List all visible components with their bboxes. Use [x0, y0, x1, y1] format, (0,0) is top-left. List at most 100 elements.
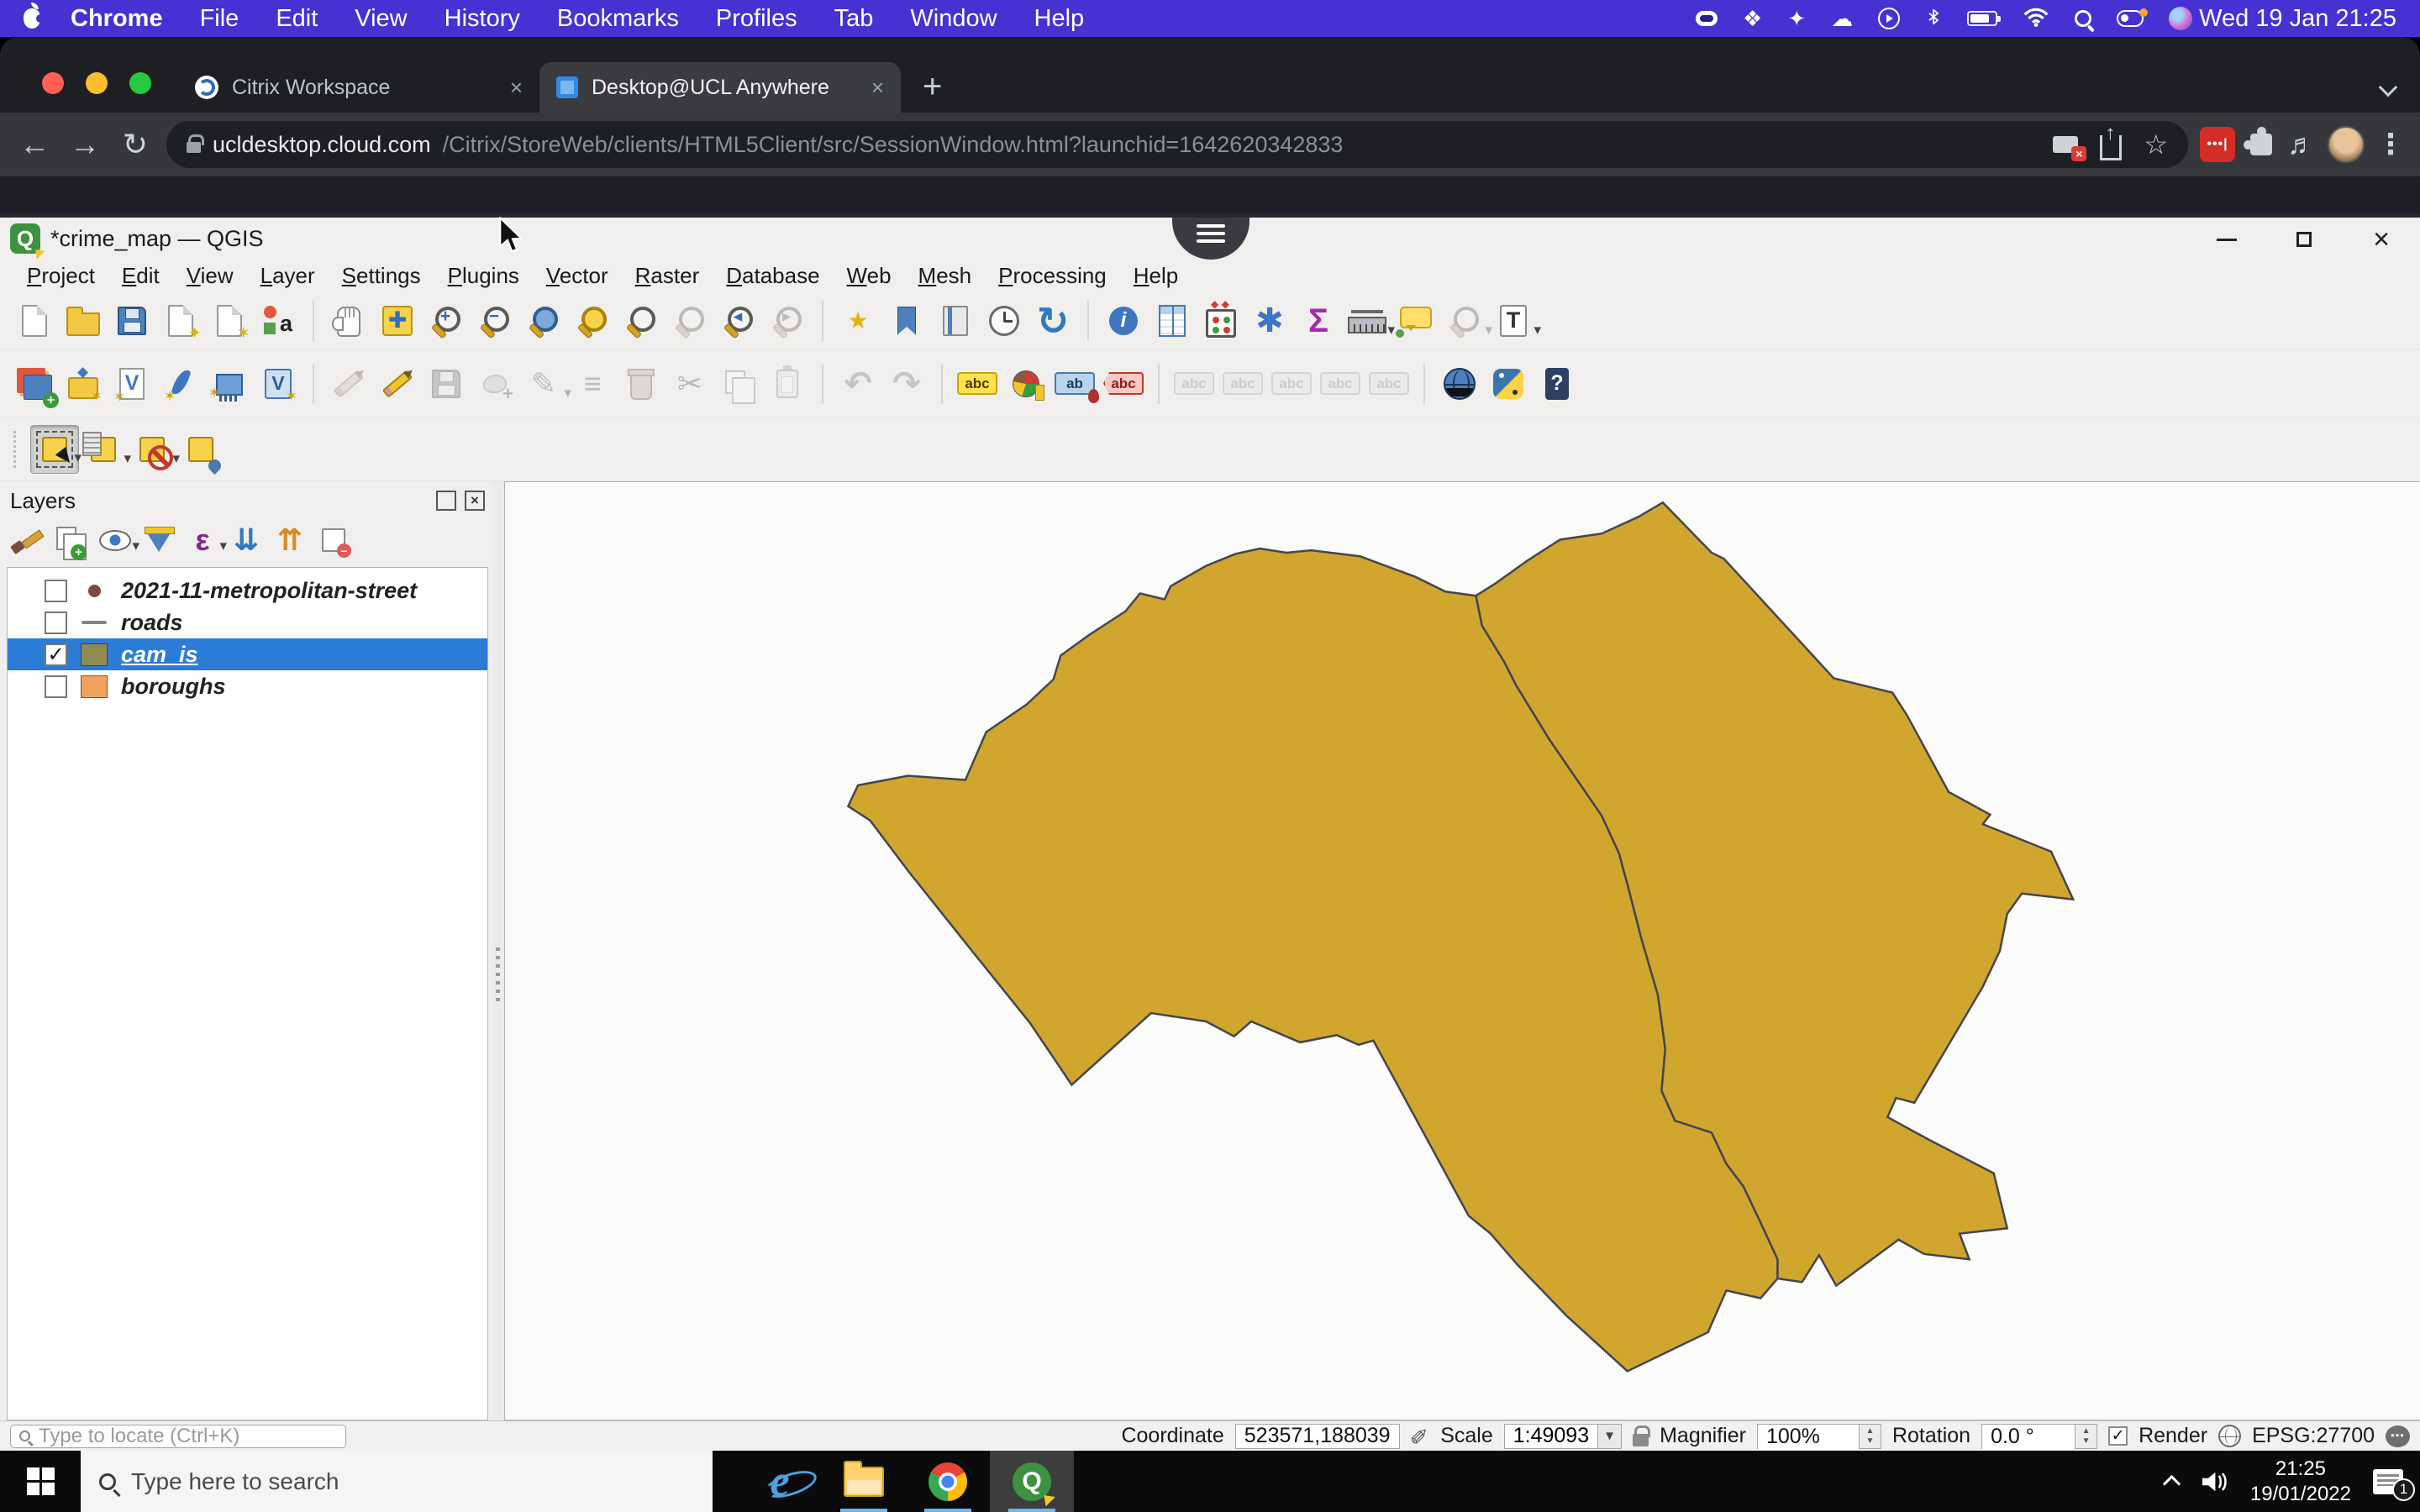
macos-clock[interactable]: Wed 19 Jan 21:25 [2199, 5, 2396, 33]
qgis-menu-raster[interactable]: Raster [622, 263, 713, 289]
zoom-in-button[interactable]: + [422, 297, 471, 345]
apple-menu-icon[interactable] [24, 8, 40, 29]
scale-dropdown-icon[interactable]: ▼ [1597, 1425, 1621, 1448]
cut-features-button[interactable]: ✂ [666, 360, 714, 408]
zoom-last-button[interactable]: ◂ [714, 297, 763, 345]
layer-checkbox[interactable]: ✓ [45, 643, 67, 666]
project-save-button[interactable] [108, 297, 156, 345]
text-annotation-button[interactable]: ▾ [1489, 297, 1538, 345]
media-capture-blocked-icon[interactable] [2053, 136, 2078, 153]
new-spatial-bookmark-button[interactable]: ★ [834, 297, 882, 345]
text-annotation-dropdown-icon[interactable]: ▾ [1534, 322, 1541, 339]
layer-name[interactable]: roads [121, 610, 183, 636]
taskbar-search[interactable]: Type here to search [81, 1451, 713, 1512]
qgis-menu-edit[interactable]: Edit [108, 263, 173, 289]
scale-combo[interactable]: 1:49093 ▼ [1504, 1424, 1622, 1449]
macos-menu-bookmarks[interactable]: Bookmarks [557, 5, 679, 33]
taskbar-qgis[interactable]: Q [990, 1451, 1074, 1512]
python-console-button[interactable] [1484, 360, 1533, 408]
change-label-properties-button[interactable]: abc [1365, 360, 1413, 408]
remove-layer-group-button[interactable] [313, 519, 355, 561]
macos-menu-history[interactable]: History [445, 5, 520, 33]
qgis-restore-button[interactable] [2287, 223, 2321, 256]
pan-to-selection-button[interactable]: ✚ [373, 297, 422, 345]
open-data-source-manager-button[interactable] [10, 360, 59, 408]
qgis-close-button[interactable]: × [2365, 223, 2398, 256]
layer-item-2021-11-metropolitan-street[interactable]: 2021-11-metropolitan-street [8, 575, 487, 606]
qgis-menu-plugins[interactable]: Plugins [434, 263, 533, 289]
macos-menu-profiles[interactable]: Profiles [716, 5, 797, 33]
layers-panel-close-icon[interactable]: × [465, 491, 485, 511]
qgis-menu-vector[interactable]: Vector [533, 263, 622, 289]
back-button[interactable]: ← [15, 127, 54, 162]
taskbar-file-explorer[interactable] [822, 1451, 906, 1512]
refresh-map-button[interactable]: ↻ [1028, 297, 1077, 345]
zoom-full-extent-button[interactable] [519, 297, 568, 345]
layer-diagram-options-button[interactable] [1002, 360, 1050, 408]
filter-legend-by-expression-button[interactable]: ε▾ [182, 519, 224, 561]
manage-map-themes-button[interactable]: ▾ [94, 519, 136, 561]
macos-menu-file[interactable]: File [200, 5, 239, 33]
tab-desktop-ucl-anywhere[interactable]: Desktop@UCL Anywhere × [539, 62, 901, 113]
record-icon[interactable] [1696, 11, 1718, 26]
bluetooth-icon[interactable] [1925, 5, 1942, 33]
delete-selected-button[interactable] [617, 360, 666, 408]
map-canvas[interactable] [504, 481, 2420, 1420]
show-bookmark-manager-button[interactable] [931, 297, 980, 345]
highlight-pinned-labels-button[interactable]: abc [1099, 360, 1148, 408]
control-center-icon[interactable] [2117, 10, 2144, 27]
crs-value[interactable]: EPSG:27700 [2252, 1424, 2375, 1448]
macos-menu-chrome[interactable]: Chrome [71, 5, 163, 33]
qgis-menu-layer[interactable]: Layer [247, 263, 329, 289]
deselect-features-all-layers-button[interactable]: ▾ [128, 425, 176, 474]
minimize-window-button[interactable] [86, 72, 108, 94]
pin-unpin-labels-button[interactable]: abc [1170, 360, 1218, 408]
start-button[interactable] [0, 1451, 81, 1512]
add-group-button[interactable] [50, 519, 92, 561]
show-layout-manager-button[interactable]: ✶ [205, 297, 254, 345]
qgis-menu-settings[interactable]: Settings [329, 263, 434, 289]
map-tips-button[interactable] [1392, 297, 1440, 345]
layer-item-roads[interactable]: roads [8, 606, 487, 638]
open-attribute-table-button[interactable] [1148, 297, 1197, 345]
close-window-button[interactable] [42, 72, 64, 94]
panel-splitter[interactable] [492, 481, 504, 1420]
layer-checkbox[interactable] [45, 675, 67, 698]
taskbar-clock[interactable]: 21:25 19/01/2022 [2250, 1457, 2351, 1507]
filter-legend-button[interactable] [138, 519, 180, 561]
rotation-spinner[interactable]: ▲▼ [2075, 1425, 2096, 1448]
pan-map-button[interactable] [324, 297, 373, 345]
tray-expand-icon[interactable] [2163, 1475, 2181, 1493]
notification-center-icon[interactable]: 1 [2373, 1469, 2403, 1494]
new-spatialite-layer-button[interactable] [156, 360, 205, 408]
qgis-menu-help[interactable]: Help [1120, 263, 1192, 289]
new-temporary-scratch-layer-button[interactable] [254, 360, 302, 408]
wifi-icon[interactable] [2023, 6, 2049, 32]
macos-menu-edit[interactable]: Edit [276, 5, 318, 33]
locate-input[interactable]: Type to locate (Ctrl+K) [10, 1425, 346, 1448]
macos-menu-window[interactable]: Window [910, 5, 997, 33]
tab-close-icon[interactable]: × [871, 75, 884, 101]
coordinate-input[interactable]: 523571,188039 [1235, 1424, 1400, 1449]
messages-icon[interactable] [2386, 1425, 2410, 1447]
play-icon[interactable] [1878, 8, 1900, 29]
identify-features-button[interactable] [1099, 297, 1148, 345]
browser-menu-dots-icon[interactable]: ⋮ [2376, 128, 2405, 161]
layer-checkbox[interactable] [45, 612, 67, 634]
undo-button[interactable]: ↶ [834, 360, 882, 408]
extents-icon[interactable]: ✎ [1407, 1426, 1433, 1446]
layer-checkbox[interactable] [45, 580, 67, 602]
field-calculator-button[interactable] [1197, 297, 1245, 345]
bookmark-star-icon[interactable]: ☆ [2144, 129, 2168, 160]
spotlight-icon[interactable] [2075, 10, 2091, 27]
volume-icon[interactable] [2200, 1470, 2228, 1494]
new-geopackage-layer-button[interactable] [59, 360, 108, 408]
taskbar-chrome[interactable] [906, 1451, 990, 1512]
cloud-icon[interactable]: ☁ [1831, 6, 1853, 32]
qgis-menu-processing[interactable]: Processing [985, 263, 1120, 289]
project-new-button[interactable] [10, 297, 59, 345]
fullscreen-window-button[interactable] [129, 72, 151, 94]
crs-globe-icon[interactable] [2218, 1425, 2241, 1447]
share-icon[interactable] [2100, 135, 2122, 160]
measure-line-button[interactable]: ▾ [1343, 297, 1392, 345]
